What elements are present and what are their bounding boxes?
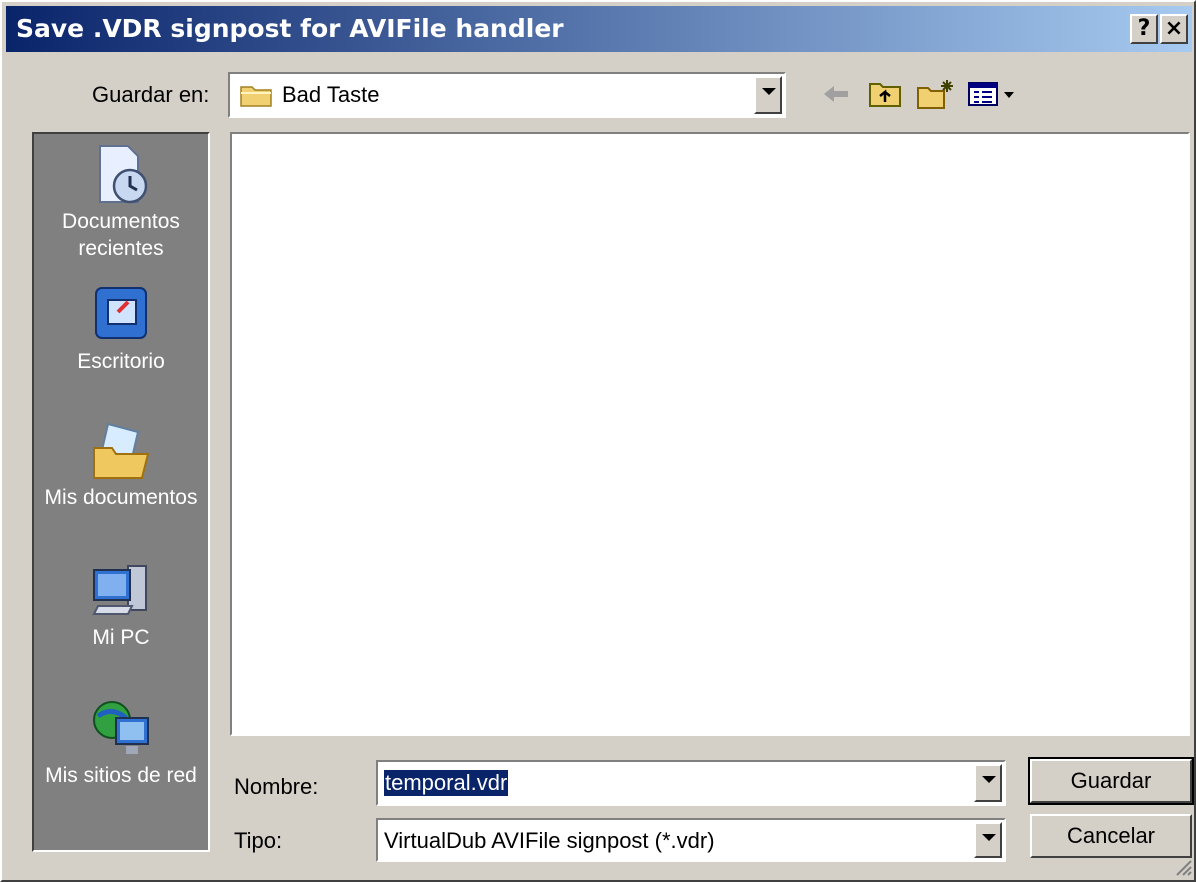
- place-my-documents[interactable]: Mis documentos: [34, 418, 208, 511]
- folder-icon: [240, 86, 272, 107]
- up-folder-icon[interactable]: [868, 78, 904, 110]
- back-icon[interactable]: [820, 78, 854, 110]
- help-button[interactable]: ?: [1130, 14, 1158, 44]
- close-button[interactable]: ×: [1160, 14, 1188, 44]
- place-recent-documents[interactable]: Documentos recientes: [34, 142, 208, 262]
- filetype-label: Tipo:: [234, 828, 283, 853]
- place-label: Mi PC: [92, 626, 150, 649]
- place-desktop[interactable]: Escritorio: [34, 282, 208, 375]
- new-folder-icon[interactable]: [916, 78, 956, 110]
- save-button[interactable]: Guardar: [1028, 757, 1194, 805]
- filename-dropdown-button[interactable]: [974, 764, 1002, 802]
- save-dialog: Save .VDR signpost for AVIFile handler ?…: [0, 0, 1196, 882]
- file-list[interactable]: [230, 132, 1190, 736]
- window-title: Save .VDR signpost for AVIFile handler: [16, 14, 564, 43]
- save-in-combo[interactable]: Bad Taste: [228, 72, 786, 118]
- place-label: Mis sitios de red: [45, 764, 197, 787]
- place-my-computer[interactable]: Mi PC: [34, 558, 208, 651]
- save-in-label: Guardar en:: [92, 82, 210, 107]
- resize-grip-icon[interactable]: [1174, 858, 1192, 876]
- save-in-dropdown-button[interactable]: [754, 76, 782, 114]
- place-network[interactable]: Mis sitios de red: [34, 696, 208, 789]
- filetype-value: VirtualDub AVIFile signpost (*.vdr): [384, 828, 715, 853]
- filetype-select[interactable]: VirtualDub AVIFile signpost (*.vdr): [376, 818, 1006, 862]
- view-menu-icon[interactable]: [966, 78, 1022, 110]
- places-bar: Documentos recientes Escritorio Mis docu…: [32, 132, 210, 852]
- title-bar[interactable]: Save .VDR signpost for AVIFile handler ?…: [6, 6, 1192, 52]
- filename-input[interactable]: temporal.vdr: [384, 770, 509, 796]
- filetype-dropdown-button[interactable]: [974, 822, 1002, 858]
- my-computer-icon: [92, 565, 147, 615]
- place-label: Documentos recientes: [62, 210, 180, 260]
- desktop-icon: [95, 287, 147, 339]
- network-places-icon: [93, 701, 149, 754]
- filename-combo[interactable]: temporal.vdr: [376, 760, 1006, 806]
- place-label: Escritorio: [77, 350, 165, 373]
- my-documents-icon: [93, 422, 150, 479]
- place-label: Mis documentos: [44, 486, 198, 509]
- filename-label: Nombre:: [234, 774, 319, 799]
- save-in-value: Bad Taste: [282, 82, 380, 107]
- recent-documents-icon: [99, 145, 148, 204]
- cancel-button[interactable]: Cancelar: [1030, 814, 1192, 858]
